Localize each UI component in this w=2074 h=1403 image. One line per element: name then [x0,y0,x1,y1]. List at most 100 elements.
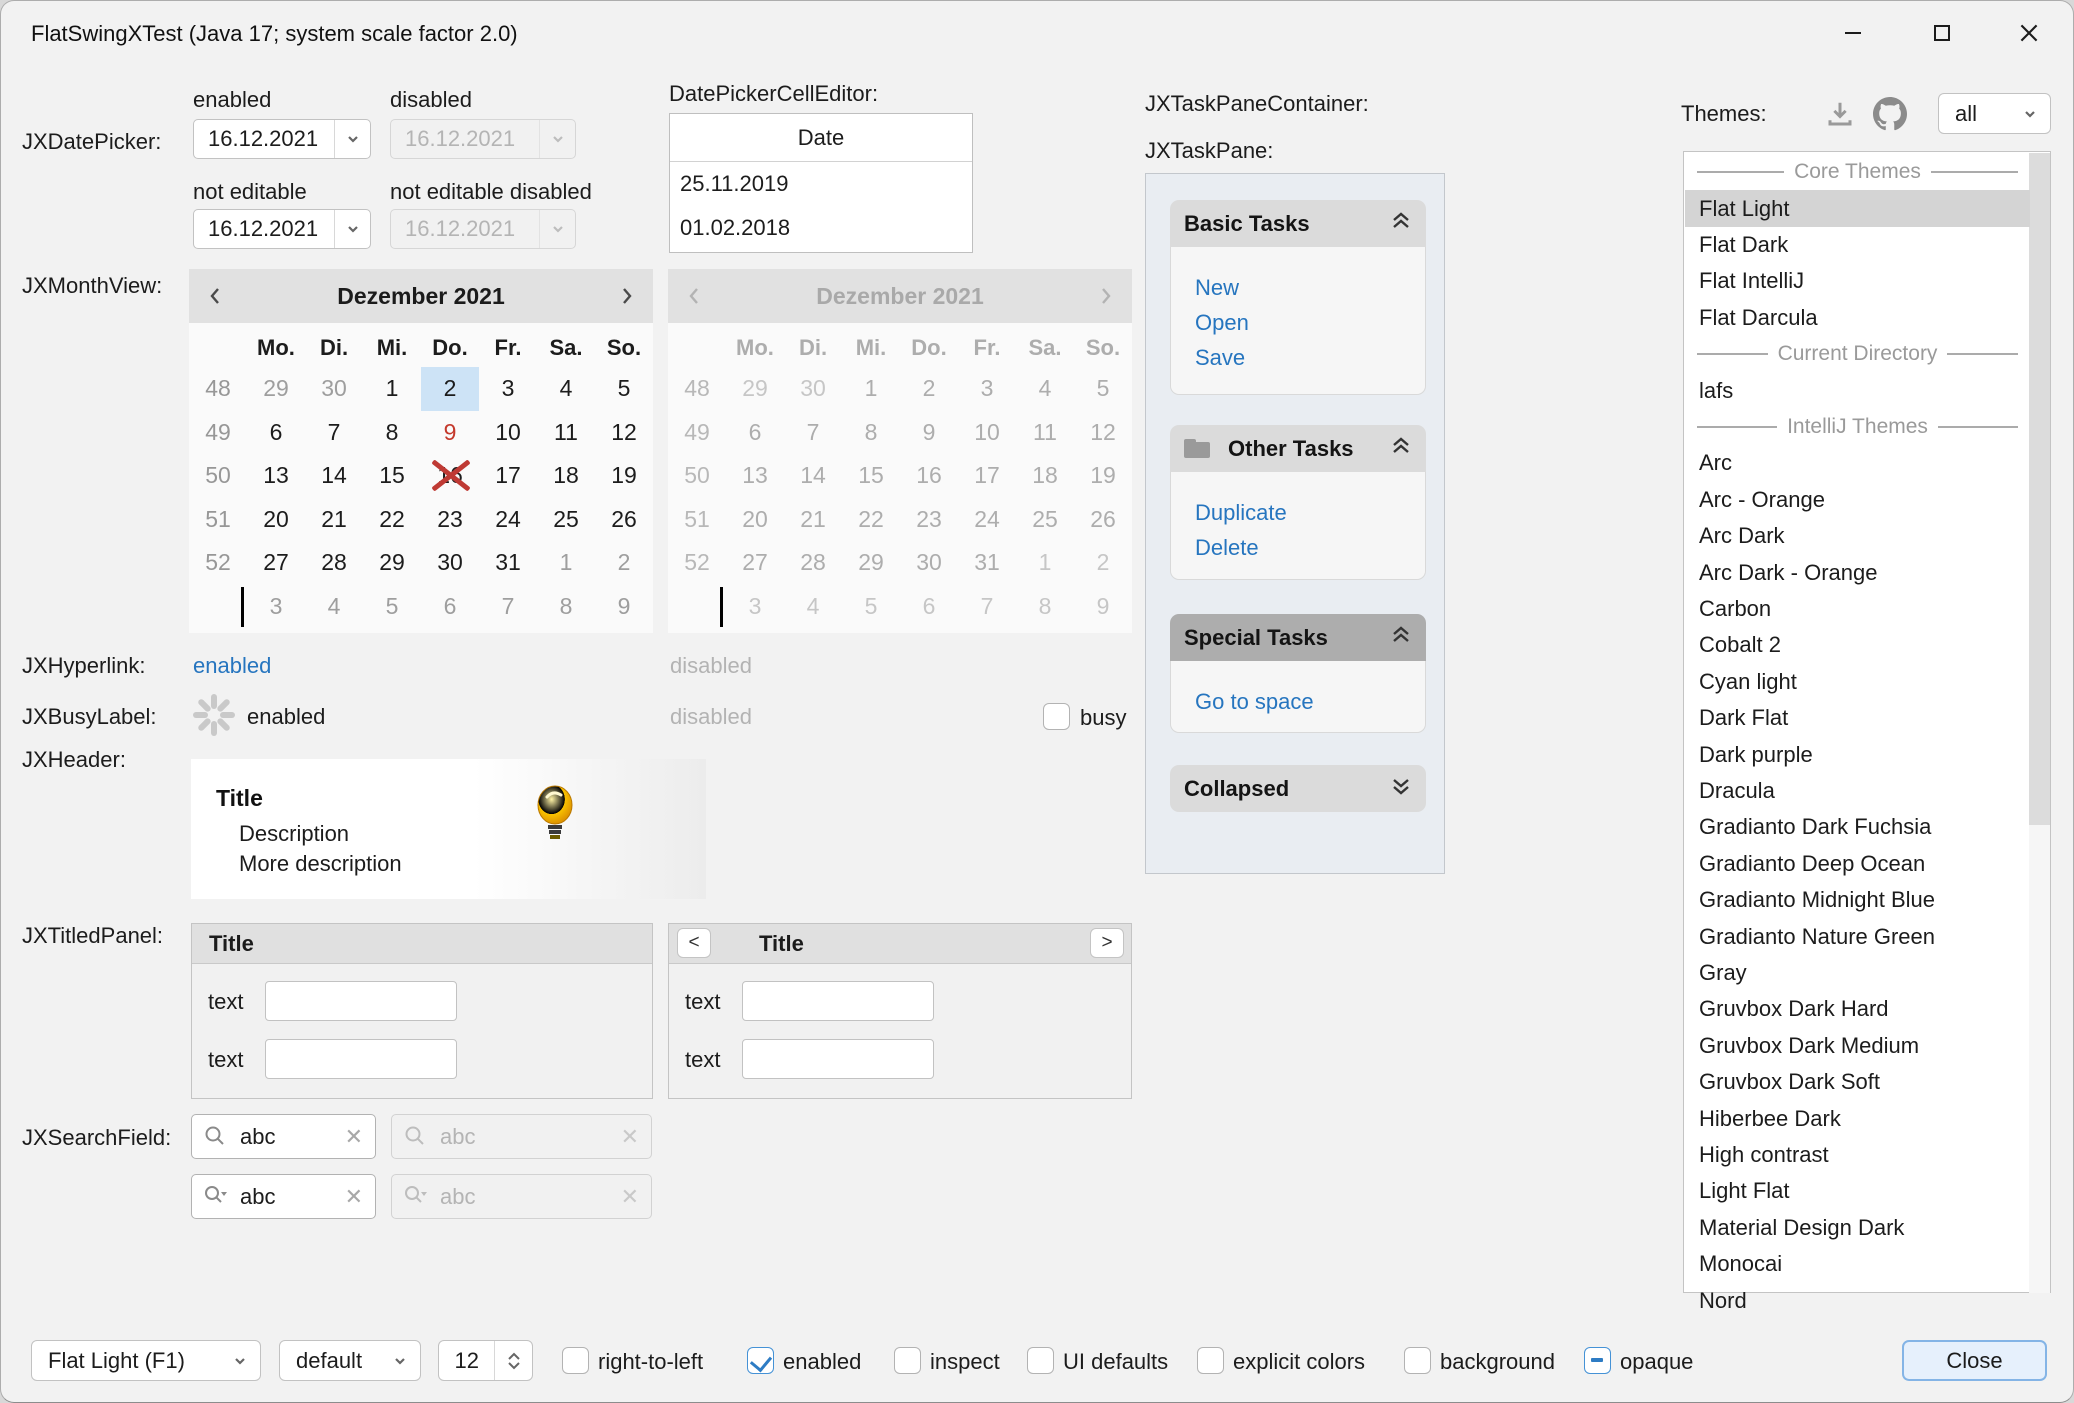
day-cell[interactable]: 13 [247,454,305,498]
day-cell[interactable]: 7 [479,585,537,629]
search-field-enabled[interactable]: abc ✕ [191,1114,376,1159]
day-cell[interactable]: 8 [537,585,595,629]
chevron-double-up-icon[interactable] [1390,625,1412,650]
variant-combo[interactable]: default [279,1340,421,1381]
day-cell[interactable]: 9 [421,411,479,455]
download-icon[interactable] [1825,99,1855,134]
day-cell[interactable]: 30 [305,367,363,411]
day-cell[interactable]: 18 [537,454,595,498]
theme-item[interactable]: Cyan light [1685,664,2030,700]
theme-item[interactable]: lafs [1685,372,2030,408]
theme-item[interactable]: Gradianto Nature Green [1685,918,2030,954]
theme-item[interactable]: Gruvbox Dark Hard [1685,991,2030,1027]
theme-item[interactable]: Flat IntelliJ [1685,263,2030,299]
clear-icon[interactable]: ✕ [345,1184,363,1210]
day-cell[interactable]: 25 [537,498,595,542]
theme-item[interactable]: Gradianto Dark Fuchsia [1685,809,2030,845]
day-cell[interactable]: 28 [305,541,363,585]
theme-item[interactable]: Carbon [1685,591,2030,627]
panel-nav-left-button[interactable]: < [677,928,711,958]
day-cell[interactable]: 30 [421,541,479,585]
day-cell[interactable]: 1 [363,367,421,411]
scrollbar-thumb[interactable] [2029,153,2050,825]
chevron-down-icon[interactable] [334,120,370,158]
day-cell[interactable]: 11 [537,411,595,455]
theme-item[interactable]: Flat Light [1685,190,2030,226]
date-table[interactable]: Date 25.11.201901.02.2018 [669,113,973,253]
day-cell[interactable]: 22 [363,498,421,542]
day-cell[interactable]: 4 [305,585,363,629]
theme-item[interactable]: Gruvbox Dark Soft [1685,1064,2030,1100]
day-cell[interactable]: 26 [595,498,653,542]
table-row[interactable]: 01.02.2018 [670,206,972,250]
day-cell[interactable]: 6 [247,411,305,455]
day-cell[interactable]: 14 [305,454,363,498]
close-window-button[interactable] [1998,11,2060,55]
taskpane-header[interactable]: Special Tasks [1170,614,1426,661]
day-cell[interactable]: 31 [479,541,537,585]
explicit-colors-checkbox[interactable] [1197,1347,1224,1374]
day-cell[interactable]: 19 [595,454,653,498]
theme-item[interactable]: Arc Dark [1685,518,2030,554]
theme-item[interactable]: Gruvbox Dark Medium [1685,1028,2030,1064]
theme-item[interactable]: Cobalt 2 [1685,627,2030,663]
task-link-save[interactable]: Save [1195,345,1245,371]
day-cell[interactable]: 3 [479,367,537,411]
day-cell[interactable]: 7 [305,411,363,455]
day-cell[interactable]: 15 [363,454,421,498]
theme-item[interactable]: Dark purple [1685,736,2030,772]
day-cell[interactable]: 10 [479,411,537,455]
chevron-double-up-icon[interactable] [1390,436,1412,461]
theme-item[interactable]: Gray [1685,955,2030,991]
theme-item[interactable]: Monocai [1685,1246,2030,1282]
day-cell[interactable]: 23 [421,498,479,542]
day-cell[interactable]: 9 [595,585,653,629]
task-link-duplicate[interactable]: Duplicate [1195,500,1287,526]
prev-month-icon[interactable] [205,285,227,307]
day-cell[interactable]: 20 [247,498,305,542]
laf-combo[interactable]: Flat Light (F1) [31,1340,261,1381]
theme-item[interactable]: Light Flat [1685,1173,2030,1209]
theme-item[interactable]: Arc [1685,445,2030,481]
theme-item[interactable]: Arc - Orange [1685,482,2030,518]
enabled-checkbox[interactable] [747,1347,774,1374]
background-checkbox[interactable] [1404,1347,1431,1374]
taskpane-header[interactable]: Other Tasks [1170,425,1426,472]
themes-list[interactable]: Core ThemesFlat LightFlat DarkFlat Intel… [1683,151,2051,1293]
datepicker-not-editable[interactable]: 16.12.2021 [193,209,371,249]
day-cell[interactable]: 16 [421,454,479,498]
day-cell[interactable]: 29 [247,367,305,411]
chevron-down-icon[interactable] [334,210,370,248]
theme-item[interactable]: Material Design Dark [1685,1210,2030,1246]
theme-item[interactable]: Dark Flat [1685,700,2030,736]
day-cell[interactable]: 27 [247,541,305,585]
next-month-icon[interactable] [615,285,637,307]
day-cell[interactable]: 1 [537,541,595,585]
day-cell[interactable]: 17 [479,454,537,498]
text-input[interactable] [265,1039,457,1079]
theme-item[interactable]: Dracula [1685,773,2030,809]
task-link-delete[interactable]: Delete [1195,535,1259,561]
spinner-arrows-icon[interactable] [494,1341,532,1380]
table-row[interactable]: 25.11.2019 [670,162,972,206]
theme-item[interactable]: High contrast [1685,1137,2030,1173]
chevron-double-up-icon[interactable] [1390,211,1412,236]
text-input[interactable] [265,981,457,1021]
panel-nav-right-button[interactable]: > [1090,928,1124,958]
day-cell[interactable]: 5 [363,585,421,629]
day-cell[interactable]: 2 [595,541,653,585]
clear-icon[interactable]: ✕ [345,1124,363,1150]
day-cell[interactable]: 3 [247,585,305,629]
theme-item[interactable]: Flat Darcula [1685,300,2030,336]
date-column-header[interactable]: Date [670,114,972,162]
monthview-enabled[interactable]: Dezember 2021Mo.Di.Mi.Do.Fr.Sa.So.482930… [189,269,653,633]
close-button[interactable]: Close [1902,1340,2047,1381]
day-cell[interactable]: 29 [363,541,421,585]
theme-item[interactable]: Gradianto Midnight Blue [1685,882,2030,918]
theme-item[interactable]: Nord [1685,1282,2030,1318]
theme-item[interactable]: Flat Dark [1685,227,2030,263]
task-link-open[interactable]: Open [1195,310,1249,336]
maximize-button[interactable] [1911,11,1973,55]
task-link-go-to-space[interactable]: Go to space [1195,689,1314,715]
taskpane-header[interactable]: Collapsed [1170,765,1426,812]
